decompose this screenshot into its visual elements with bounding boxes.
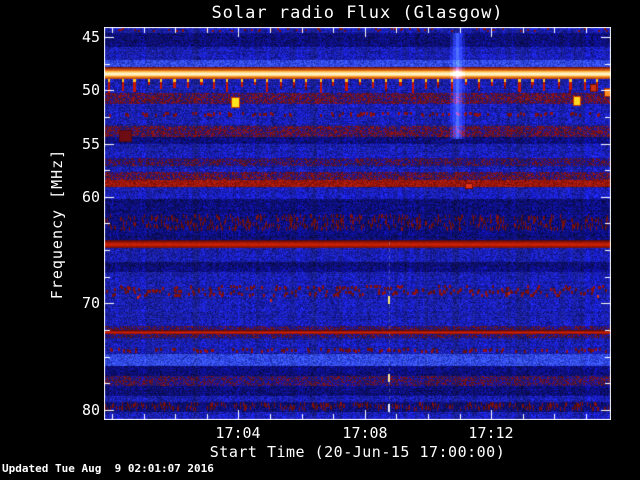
y-tick-label: 60 <box>81 188 100 206</box>
updated-timestamp: Updated Tue Aug 9 02:01:07 2016 <box>2 462 214 475</box>
x-tick-label: 17:04 <box>215 424 261 442</box>
x-tick-label: 17:08 <box>342 424 388 442</box>
y-tick-label: 55 <box>81 135 100 153</box>
y-tick-label: 45 <box>81 28 100 46</box>
page-title: Solar radio Flux (Glasgow) <box>211 3 504 23</box>
y-tick-label: 70 <box>81 294 100 312</box>
spectrogram-page: Solar radio Flux (Glasgow) Frequency [MH… <box>0 0 640 480</box>
y-axis-label: Frequency [MHz] <box>48 148 66 300</box>
x-tick-label: 17:12 <box>468 424 514 442</box>
x-axis-label: Start Time (20-Jun-15 17:00:00) <box>209 443 506 461</box>
spectrogram-canvas <box>104 27 611 420</box>
y-tick-label: 80 <box>81 401 100 419</box>
y-tick-label: 50 <box>81 81 100 99</box>
